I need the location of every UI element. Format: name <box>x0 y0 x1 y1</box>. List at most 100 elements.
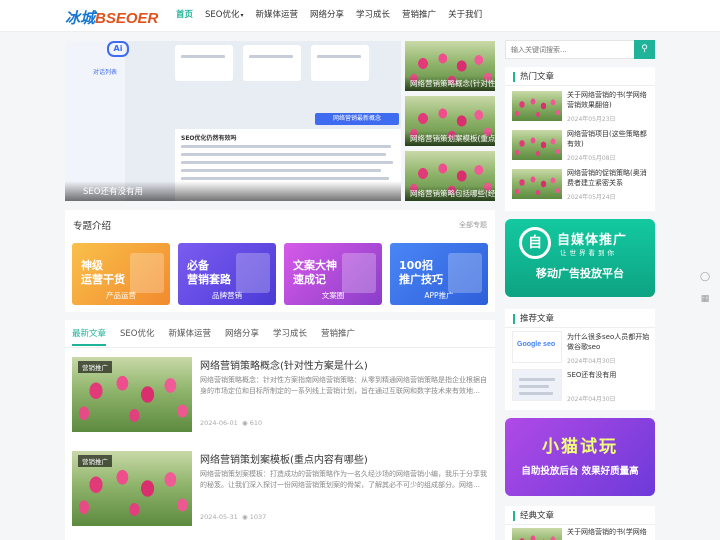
list-item[interactable]: 关于网络营销的书(学网络营销效果翻倍) 2024年05月23日 <box>512 91 652 123</box>
topic-line1: 神级 <box>81 259 103 272</box>
topic-illustration <box>448 253 482 293</box>
list-item[interactable]: SEO还有没有用 2024年04月30日 <box>512 369 652 403</box>
topic-illustration <box>236 253 270 293</box>
eye-icon: ◉ <box>242 419 248 427</box>
nav-item-share[interactable]: 网络分享 <box>304 0 350 32</box>
nav-item-learning[interactable]: 学习成长 <box>350 0 396 32</box>
nav-item-new-media[interactable]: 新媒体运营 <box>250 0 305 32</box>
hero-screenshot-button: 网络营销最新概念 <box>315 113 399 125</box>
eye-icon: ◉ <box>242 513 248 521</box>
article-views: ◉ 1037 <box>242 513 266 521</box>
list-item[interactable]: Google seo 为什么很多seo人员都开始做谷歌seo 2024年04月3… <box>512 331 652 365</box>
topic-line1: 文案大神 <box>293 259 337 272</box>
hero-text-line <box>181 153 386 156</box>
qrcode-icon[interactable]: ▦ <box>698 294 712 308</box>
article-excerpt: 网络营销策划案模板：打造成功的营销策略作为一名久经沙场的网络营销小编，我乐于分享… <box>200 470 487 489</box>
article-thumbnail[interactable] <box>512 528 562 540</box>
banner-title: 小猫试玩 <box>542 437 618 457</box>
nav-item-home[interactable]: 首页 <box>170 0 199 32</box>
article-date: 2024年05月23日 <box>567 116 616 123</box>
banner-subtitle: 让世界看到你 <box>560 249 617 257</box>
hero-screenshot-card <box>175 45 233 81</box>
topic-label: 产品运营 <box>106 291 136 300</box>
kitten-trial-ad-banner[interactable]: 小猫试玩 自助投放后台 效果好质量高 <box>505 418 655 496</box>
category-badge[interactable]: 营销推广 <box>78 361 112 373</box>
article-title[interactable]: 关于网络营销的书(学网络 <box>567 528 651 538</box>
category-badge[interactable]: 营销推广 <box>78 455 112 467</box>
topic-label: APP推广 <box>424 291 454 300</box>
article-title[interactable]: 为什么很多seo人员都开始做谷歌seo <box>567 333 651 352</box>
hero-side-slide[interactable]: 网络营销策划案模板(重点内… <box>405 96 495 146</box>
tab-new-media[interactable]: 新媒体运营 <box>168 327 211 346</box>
topic-card[interactable]: 文案大神 速成记 文案圈 <box>284 243 382 305</box>
search-box: ⚲ <box>505 40 655 59</box>
hero-main-slide[interactable]: Ai 对话列表 网络营销最新概念 SEO优化仍然有效吗 SEO还有没有用 <box>65 41 401 201</box>
hero-text-line <box>317 55 361 58</box>
tulip-image <box>512 91 562 121</box>
thumb-text-line <box>519 385 549 388</box>
article-thumbnail[interactable] <box>512 130 562 160</box>
article-thumbnail[interactable] <box>512 91 562 121</box>
tab-seo[interactable]: SEO优化 <box>120 327 154 346</box>
tab-share[interactable]: 网络分享 <box>225 327 259 346</box>
article-excerpt: 网络营销策略概念：针对性方案指南网络营销策略：从零到精通网络营销策略是指企业根据… <box>200 376 487 395</box>
article-title[interactable]: 关于网络营销的书(学网络营销效果翻倍) <box>567 91 651 110</box>
list-item[interactable]: 关于网络营销的书(学网络 <box>512 528 652 540</box>
hero-text-line <box>181 177 389 180</box>
nav-item-marketing[interactable]: 营销推广 <box>396 0 442 32</box>
hero-main-caption: SEO还有没有用 <box>65 181 401 201</box>
nav-item-about[interactable]: 关于我们 <box>442 0 488 32</box>
banner-slogan: 移动广告投放平台 <box>536 267 624 280</box>
recommended-title: 推荐文章 <box>513 314 554 324</box>
tab-marketing[interactable]: 营销推广 <box>321 327 355 346</box>
divider <box>505 524 655 525</box>
article-title[interactable]: SEO还有没有用 <box>567 371 651 381</box>
list-item[interactable]: 网络营销的促销策略(奥消费者建立紧密关系 2024年05月24日 <box>512 169 652 201</box>
topic-card[interactable]: 100招 推广技巧 APP推广 <box>390 243 488 305</box>
topics-more-link[interactable]: 全部专题 <box>459 220 487 230</box>
article-thumbnail[interactable]: 营销推广 <box>72 451 192 526</box>
chat-icon[interactable]: ◯ <box>698 272 712 286</box>
hero-screenshot-card <box>243 45 301 81</box>
hero-text-line <box>249 55 293 58</box>
topic-illustration <box>342 253 376 293</box>
article-thumbnail[interactable]: Google seo <box>512 331 562 363</box>
hero-text-line <box>181 161 393 164</box>
divider <box>505 327 655 328</box>
article-date: 2024-06-01 <box>200 419 238 427</box>
list-item[interactable]: 网络营销项目(这些策略都有效) 2024年05月08日 <box>512 130 652 162</box>
article-date: 2024年04月30日 <box>567 358 616 365</box>
article-title[interactable]: 网络营销项目(这些策略都有效) <box>567 130 651 149</box>
article-date: 2024-05-31 <box>200 513 238 521</box>
hero-side-slide[interactable]: 网络营销策略包括哪些(经验… <box>405 151 495 201</box>
topic-line2: 运营干货 <box>81 273 125 286</box>
hero-text-line <box>181 55 225 58</box>
topic-illustration <box>130 253 164 293</box>
topic-card[interactable]: 神级 运营干货 产品运营 <box>72 243 170 305</box>
nav-item-seo[interactable]: SEO优化▾ <box>199 0 249 32</box>
article-tabs: 最新文章 SEO优化 新媒体运营 网络分享 学习成长 营销推广 <box>72 327 369 346</box>
tab-latest[interactable]: 最新文章 <box>72 327 107 346</box>
article-thumbnail[interactable] <box>512 369 562 401</box>
search-input[interactable] <box>506 41 634 58</box>
search-button[interactable]: ⚲ <box>634 40 655 59</box>
hero-doc-title: SEO优化仍然有效吗 <box>181 135 237 142</box>
tulip-image <box>512 130 562 160</box>
main-nav: 首页 SEO优化▾ 新媒体运营 网络分享 学习成长 营销推广 关于我们 <box>170 0 488 32</box>
article-title[interactable]: 网络营销的促销策略(奥消费者建立紧密关系 <box>567 169 651 188</box>
topic-line1: 100招 <box>399 259 433 272</box>
article-list-section: 最新文章 SEO优化 新媒体运营 网络分享 学习成长 营销推广 营销推广 网络营… <box>65 320 495 540</box>
google-seo-thumb-text: Google seo <box>517 341 556 348</box>
tab-learning[interactable]: 学习成长 <box>273 327 307 346</box>
article-thumbnail[interactable]: 营销推广 <box>72 357 192 432</box>
self-media-ad-banner[interactable]: 自 自媒体推广 让世界看到你 移动广告投放平台 <box>505 219 655 297</box>
article-title[interactable]: 网络营销策划案模板(重点内容有哪些) <box>200 451 368 466</box>
article-title[interactable]: 网络营销策略概念(针对性方案是什么) <box>200 357 368 372</box>
chevron-down-icon: ▾ <box>240 12 244 19</box>
topic-card[interactable]: 必备 营销套路 品牌营销 <box>178 243 276 305</box>
site-logo[interactable]: 冰城BSEOER <box>65 7 158 28</box>
hero-side-slide[interactable]: 网络营销策略概念(针对性方… <box>405 41 495 91</box>
classic-articles-widget: 经典文章 关于网络营销的书(学网络 <box>505 506 655 540</box>
article-thumbnail[interactable] <box>512 169 562 199</box>
tulip-image <box>512 528 562 540</box>
